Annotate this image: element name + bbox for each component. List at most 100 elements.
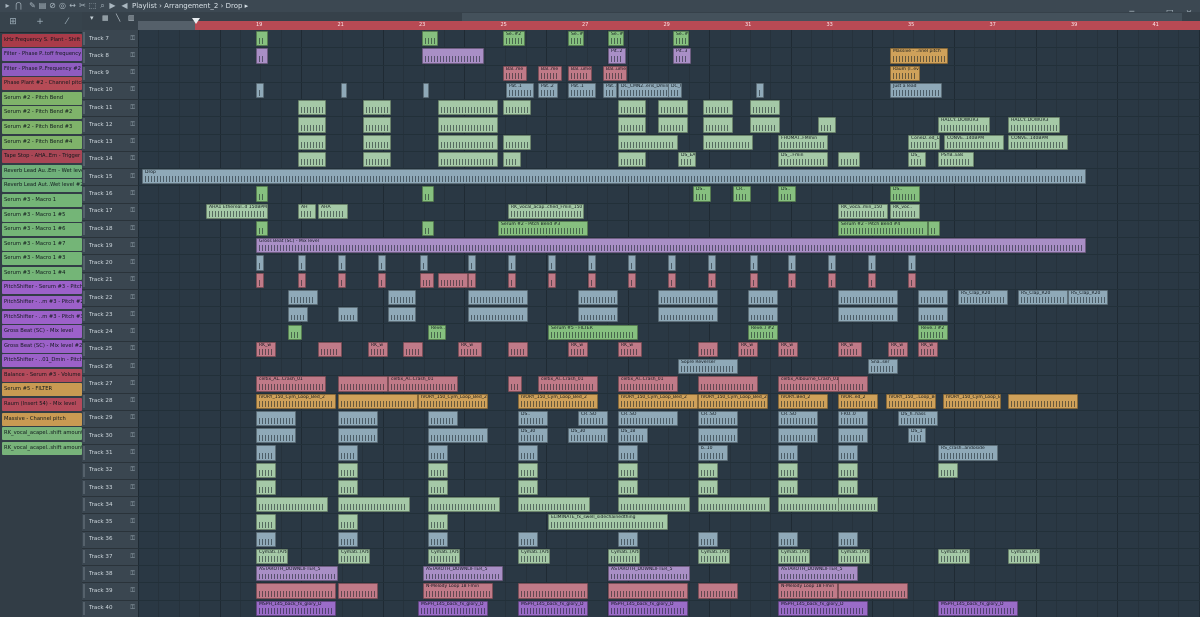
track-lane[interactable] — [138, 99, 1200, 118]
playlist-clip[interactable]: CR.. — [733, 186, 751, 202]
track-lane[interactable]: AHA1 Ethereal..d 150BPM Em AH AHA RK_vocal_… — [138, 203, 1200, 221]
lock-icon[interactable]: ⚿ — [130, 570, 135, 578]
playlist-clip[interactable]: celtix_Al..Crash_01 — [388, 376, 458, 392]
playlist-clip[interactable] — [708, 255, 716, 271]
playlist-clip[interactable] — [608, 583, 688, 599]
playlist-clip[interactable] — [658, 100, 688, 116]
playlist-clip[interactable] — [423, 82, 429, 99]
lock-icon[interactable]: ⚿ — [130, 190, 135, 198]
playlist-clip[interactable] — [788, 272, 796, 288]
track-color-grip[interactable] — [83, 429, 85, 443]
playlist-clip[interactable] — [256, 272, 264, 288]
playlist-clip[interactable] — [338, 393, 418, 409]
options-arrow-icon[interactable]: ▸ — [3, 1, 12, 10]
track-lane[interactable]: Sopre Reverser Sna..ser — [138, 358, 1200, 377]
track-color-grip[interactable] — [83, 66, 85, 80]
playlist-clip[interactable]: Cymati..(Arts) — [256, 548, 288, 565]
playlist-clip[interactable] — [618, 531, 638, 547]
track-color-grip[interactable] — [83, 101, 85, 115]
playlist-clip[interactable] — [928, 220, 940, 237]
track-color-grip[interactable] — [83, 411, 85, 426]
playlist-clip[interactable]: ASTAROTH_DOWNLIFTER_5 — [608, 566, 690, 582]
playlist-clip[interactable] — [918, 307, 948, 323]
playlist-clip[interactable]: DS_h..hass — [898, 410, 938, 427]
playlist-clip[interactable] — [338, 272, 346, 288]
playlist-clip[interactable] — [338, 531, 358, 547]
playlist-clip[interactable] — [468, 272, 476, 288]
playlist-clip[interactable] — [256, 48, 268, 64]
track-header[interactable]: Track 39 ⚿ — [82, 582, 138, 601]
playlist-clip[interactable] — [388, 289, 416, 306]
playlist-clip[interactable]: b..10 — [698, 445, 728, 461]
track-header[interactable]: Track 15 ⚿ — [82, 168, 138, 187]
lock-icon[interactable]: ⚿ — [130, 276, 135, 284]
clip-source-item[interactable]: Massive - Channel pitch — [2, 412, 82, 426]
track-lane[interactable]: Gross Beat (SC) - Mix level — [138, 237, 1200, 256]
playlist-clip[interactable] — [256, 479, 276, 496]
track-lane[interactable]: MSPH_145_back_fx_glory_D MSPH_145_back_fx… — [138, 600, 1200, 617]
playlist-clip[interactable] — [658, 289, 718, 306]
clip-source-item[interactable]: Serum #3 - Macro 1 #4 — [2, 266, 82, 280]
playlist-clip[interactable]: ASTAROTH_DOWNLIFTER_5 — [256, 566, 338, 582]
playlist-clip[interactable] — [318, 341, 342, 357]
lock-icon[interactable]: ⚿ — [130, 345, 135, 353]
playlist-clip[interactable] — [288, 307, 308, 323]
draw-icon[interactable]: ╲ — [116, 14, 120, 22]
playlist-clip[interactable] — [868, 255, 876, 271]
playlist-clip[interactable] — [838, 497, 878, 513]
playlist-clip[interactable] — [341, 82, 347, 99]
mute-icon[interactable]: ◎ — [58, 1, 67, 10]
playlist-clip[interactable]: MSPH_145_back_fx_glory_D — [256, 600, 336, 616]
playlist-clip[interactable] — [338, 583, 378, 599]
track-header[interactable]: Track 8 ⚿ — [82, 47, 138, 66]
clip-source-item[interactable]: Serum #3 - Macro 1 — [2, 193, 82, 207]
playlist-clip[interactable] — [363, 117, 391, 133]
picker-list-icon[interactable]: ⊞ — [6, 16, 20, 28]
track-color-grip[interactable] — [83, 377, 85, 391]
lock-icon[interactable]: ⚿ — [130, 604, 135, 612]
playlist-clip[interactable] — [438, 134, 498, 150]
playlist-clip[interactable] — [422, 48, 484, 64]
track-lane[interactable]: Reve..l #2 Serum #5 - FILTER Reve..l #2 Rev… — [138, 324, 1200, 342]
clip-source-item[interactable]: Gross Beat (SC) - Mix level — [2, 325, 82, 339]
track-header[interactable]: Track 34 ⚿ — [82, 496, 138, 515]
track-color-grip[interactable] — [83, 118, 85, 132]
playlist-clip[interactable] — [338, 410, 378, 427]
track-color-grip[interactable] — [83, 480, 85, 495]
track-color-grip[interactable] — [83, 567, 85, 581]
playlist-clip[interactable] — [618, 117, 646, 133]
playlist-clip[interactable] — [838, 428, 868, 444]
playlist-clip[interactable]: RS_Clap_R20 — [1068, 289, 1108, 306]
playlist-clip[interactable]: Reve..l #2 — [428, 324, 446, 340]
playlist-clip[interactable]: DC_C..Dmin — [668, 82, 682, 99]
playlist-clip[interactable] — [628, 272, 636, 288]
playlist-clip[interactable]: Sopre Reverser — [678, 359, 738, 375]
track-header[interactable]: Track 32 ⚿ — [82, 462, 138, 480]
playlist-clip[interactable] — [838, 376, 868, 392]
playlist-clip[interactable]: DS_30 — [568, 428, 608, 444]
clip-source-item[interactable]: Serum #2 - Pitch Bend — [2, 91, 82, 105]
track-color-grip[interactable] — [83, 498, 85, 512]
playlist-clip[interactable] — [503, 100, 531, 116]
playlist-clip[interactable] — [908, 272, 916, 288]
playlist-clip[interactable]: Pat..1 — [568, 82, 596, 99]
track-header[interactable]: Track 35 ⚿ — [82, 513, 138, 532]
playlist-clip[interactable] — [338, 514, 358, 530]
track-header[interactable]: Track 12 ⚿ — [82, 116, 138, 135]
playlist-clip[interactable]: Cymati..(Arts) — [778, 548, 810, 565]
lock-icon[interactable]: ⚿ — [130, 121, 135, 129]
playlist-clip[interactable]: RK_vocal_acap..ched_Fmin_150 — [508, 203, 584, 219]
lock-icon[interactable]: ⚿ — [130, 501, 135, 509]
clip-source-item[interactable]: PitchShifter - ..01_Dmin - Pitch — [2, 354, 82, 368]
title-arrangement[interactable]: Arrangement_2 — [164, 2, 218, 10]
playlist-clip[interactable]: RK_w — [368, 341, 388, 357]
track-header[interactable]: Track 28 ⚿ — [82, 393, 138, 411]
track-color-grip[interactable] — [83, 83, 85, 98]
zoom-icon[interactable]: ⌕ — [98, 1, 107, 10]
playlist-clip[interactable] — [298, 255, 306, 271]
playlist-clip[interactable] — [438, 151, 498, 168]
track-lane[interactable]: DS.. CR.. DS.. DS.. — [138, 185, 1200, 204]
lock-icon[interactable]: ⚿ — [130, 553, 135, 561]
playlist-clip[interactable]: MSPH_145_back_fx_glory_D — [518, 600, 588, 616]
lock-icon[interactable]: ⚿ — [130, 518, 135, 526]
